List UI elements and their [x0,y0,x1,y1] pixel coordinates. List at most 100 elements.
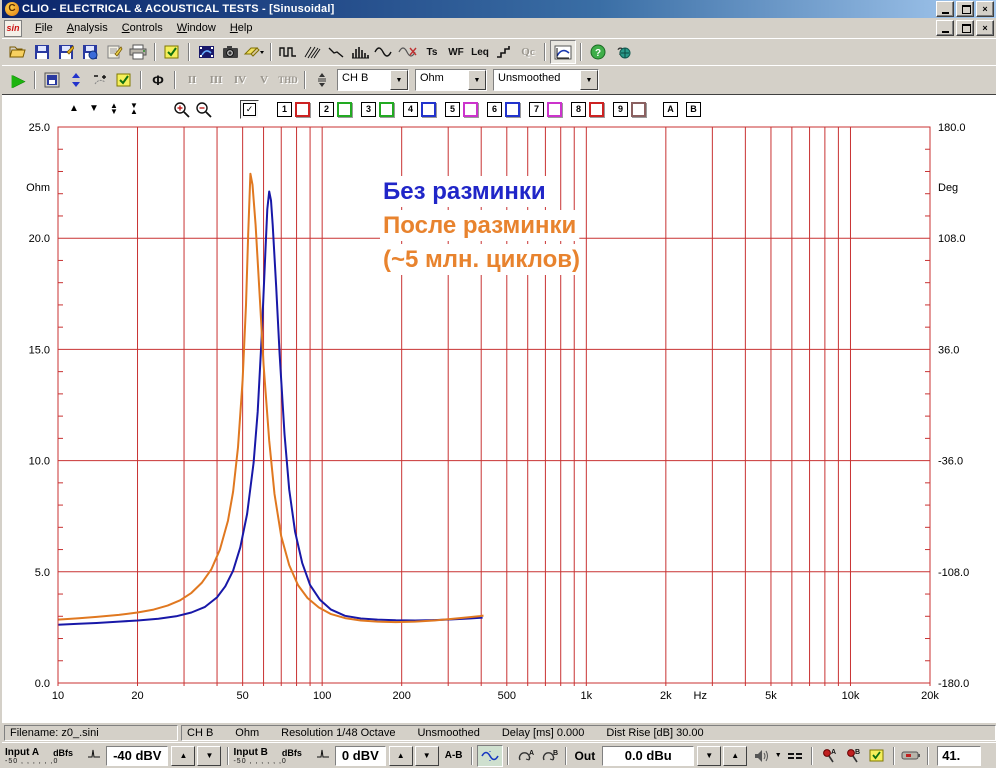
chevron-down-icon[interactable]: ▼ [390,70,408,90]
loopback-b-button[interactable]: B [537,746,561,766]
input-b-up-button[interactable]: ▲ [388,745,413,766]
curve-3-color-checkbox[interactable] [379,101,394,117]
help-online-button[interactable]: ? [610,41,634,63]
calibration-button[interactable] [88,69,112,91]
mic-a-button[interactable]: A [817,746,841,766]
smoothing-combo[interactable]: Unsmoothed ▼ [493,69,599,91]
child-minimize-button[interactable] [936,20,954,36]
channel-combo[interactable]: CH B ▼ [337,69,409,91]
close-button[interactable]: × [976,1,994,17]
decay-button[interactable] [324,41,348,63]
zoom-in-icon[interactable] [170,101,192,118]
menu-window[interactable]: Window [170,20,223,36]
harmonic-5-button[interactable]: V [252,69,276,91]
camera-button[interactable] [218,41,242,63]
dc-lines-icon[interactable] [783,746,807,766]
curve-4-color-checkbox[interactable] [421,101,436,117]
curve-1-button[interactable]: 1 [277,101,292,117]
curve-1-color-checkbox[interactable] [295,101,310,117]
ab-difference-label[interactable]: A-B [445,750,463,761]
loopback-a-button[interactable]: A [513,746,537,766]
input-a-down-button[interactable]: ▼ [197,745,222,766]
input-b-down-button[interactable]: ▼ [414,745,439,766]
speaker-icon[interactable] [749,746,773,766]
input-a-up-button[interactable]: ▲ [171,745,196,766]
curve-5-color-checkbox[interactable] [463,101,478,117]
save-as-button[interactable] [54,41,78,63]
leq-button[interactable]: Leq [468,41,492,63]
expand-scale-button[interactable]: ▲ ▼ [104,101,124,116]
open-button[interactable] [6,41,30,63]
steps-button[interactable] [492,41,516,63]
thd-button[interactable]: THD [276,69,300,91]
impedance-chart[interactable]: 10 20 50 100 200 500 1k 2k 5k 10k 20k Hz 0.0 5.0 10.0 1… [2,95,996,723]
overlay-b-button[interactable]: B [686,101,701,117]
curve-7-color-checkbox[interactable] [547,101,562,117]
autosave-button[interactable] [40,69,64,91]
notes-button[interactable] [102,41,126,63]
curve-4-button[interactable]: 4 [403,101,418,117]
out-down-button[interactable]: ▼ [697,745,722,766]
notes-check-button[interactable] [865,746,889,766]
minimize-button[interactable] [936,1,954,17]
menu-file[interactable]: File [28,20,60,36]
curve-7-button[interactable]: 7 [529,101,544,117]
overlay-a-button[interactable]: A [663,101,678,117]
harmonic-3-button[interactable]: III [204,69,228,91]
save-button[interactable] [30,41,54,63]
export-button[interactable] [78,41,102,63]
curve-9-button[interactable]: 9 [613,101,628,117]
chevron-down-icon[interactable]: ▼ [773,752,783,759]
shift-up-button[interactable]: ▲ [64,101,84,117]
y-scale-button[interactable] [310,69,334,91]
autoscale-button[interactable] [64,69,88,91]
mls-signal-button[interactable] [276,41,300,63]
shift-down-button[interactable]: ▼ [84,101,104,117]
film-capture-button[interactable] [194,41,218,63]
harmonic-4-button[interactable]: IV [228,69,252,91]
chevron-down-icon[interactable]: ▼ [468,70,486,90]
menu-analysis[interactable]: Analysis [60,20,115,36]
curve-8-button[interactable]: 8 [571,101,586,117]
generator-wave-button[interactable] [476,744,503,767]
measurement-window-button[interactable] [550,40,576,64]
wf-button[interactable]: WF [444,41,468,63]
curve-9-color-checkbox[interactable] [631,101,646,117]
chevron-down-icon[interactable]: ▼ [580,70,598,90]
help-button[interactable]: ? [586,41,610,63]
curve-8-color-checkbox[interactable] [589,101,604,117]
settings-check-button[interactable] [160,41,184,63]
sinusoidal-doc-icon[interactable]: sin [4,19,22,37]
curve-3-button[interactable]: 3 [361,101,376,117]
child-restore-button[interactable] [956,20,974,36]
print-button[interactable] [126,41,150,63]
start-measurement-button[interactable]: ▶ [6,69,30,91]
curve-2-color-checkbox[interactable] [337,101,352,117]
menu-help[interactable]: Help [223,20,260,36]
curve-5-button[interactable]: 5 [445,101,460,117]
sinusoidal-button[interactable] [372,41,396,63]
child-close-button[interactable]: × [976,20,994,36]
noise-button[interactable] [300,41,324,63]
out-up-button[interactable]: ▲ [723,745,748,766]
zoom-out-icon[interactable] [192,101,214,118]
qc-button[interactable]: Qc [516,41,540,63]
phase-button[interactable]: Φ [146,69,170,91]
out-level: 0.0 dBu [602,745,695,766]
curve-6-button[interactable]: 6 [487,101,502,117]
menu-controls[interactable]: Controls [115,20,170,36]
mic-b-button[interactable]: B [841,746,865,766]
waterfall-button[interactable] [348,41,372,63]
unit-combo[interactable]: Ohm ▼ [415,69,487,91]
main-curve-checkbox[interactable]: ✓ [240,99,259,119]
sine-burst-button[interactable] [396,41,420,63]
battery-device-icon[interactable] [899,746,923,766]
erase-dropdown-button[interactable] [242,41,266,63]
curve-6-color-checkbox[interactable] [505,101,520,117]
curve-2-button[interactable]: 2 [319,101,334,117]
compress-scale-button[interactable]: ▼ ▲ [124,101,144,116]
harmonic-2-button[interactable]: II [180,69,204,91]
sin-settings-button[interactable] [112,69,136,91]
ts-parameters-button[interactable]: Ts [420,41,444,63]
restore-button[interactable] [956,1,974,17]
